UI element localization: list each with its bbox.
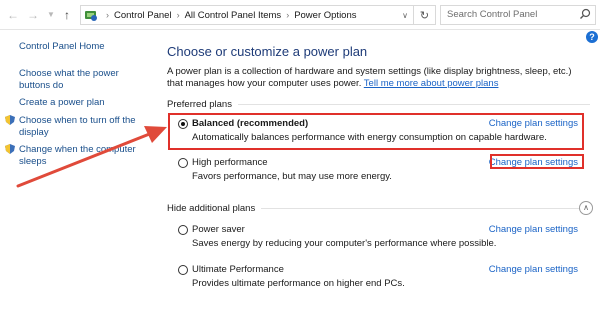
annotation-arrow <box>16 126 167 188</box>
